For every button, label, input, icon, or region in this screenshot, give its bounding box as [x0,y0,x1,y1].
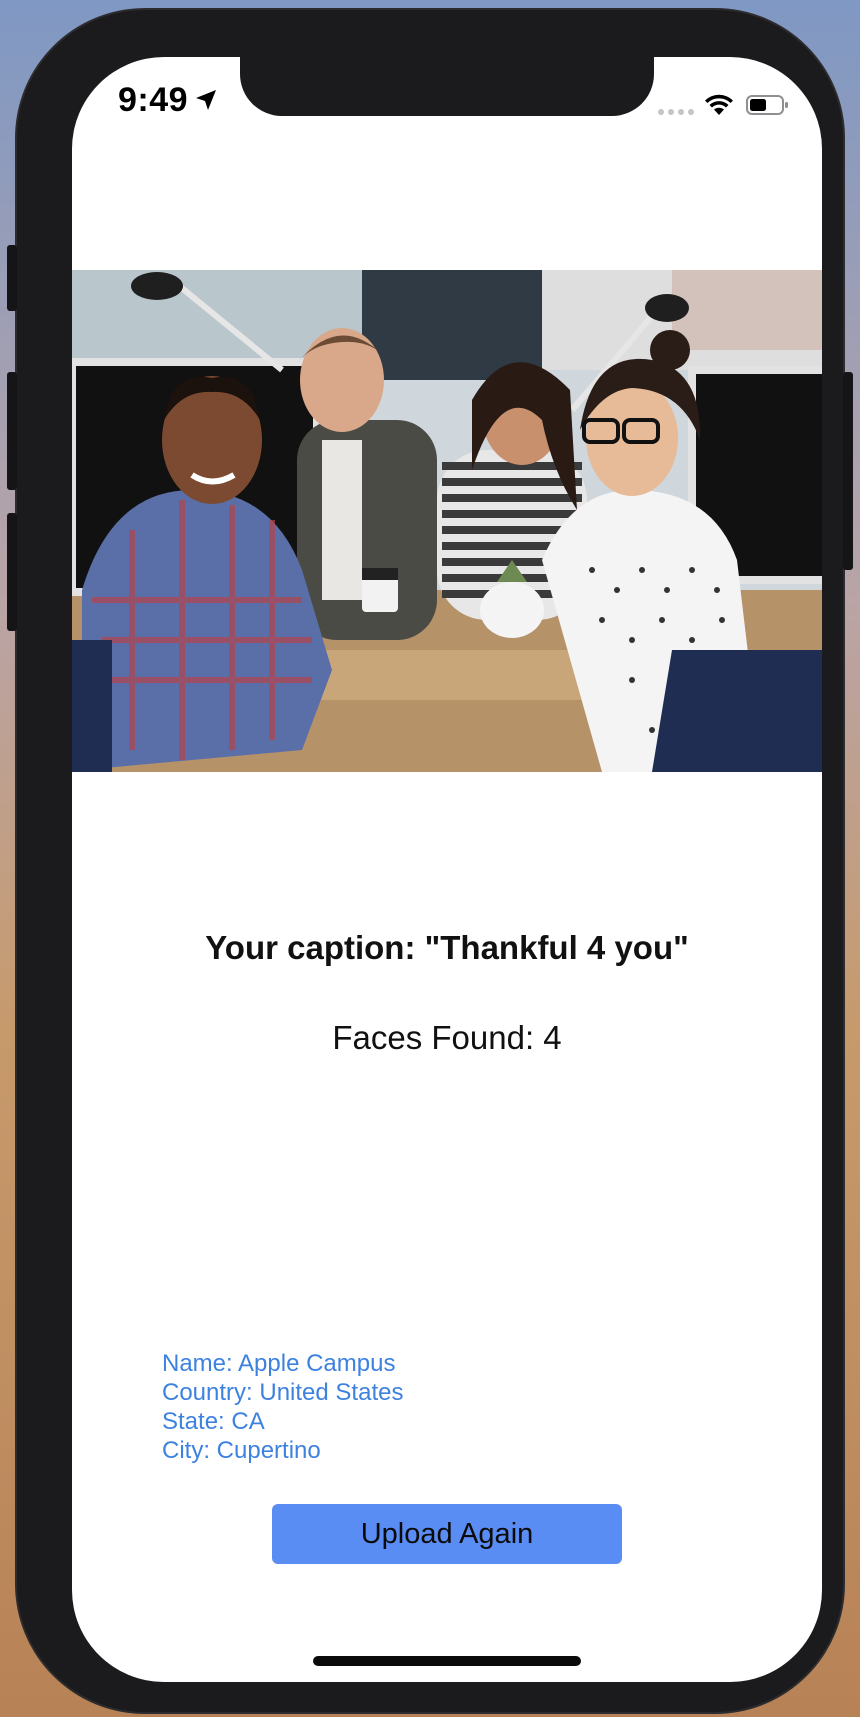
location-arrow-icon [196,90,216,110]
wifi-icon [705,94,733,115]
app-screen: 9:49 Your caption: "Thankful 4 you" Face… [72,57,822,1682]
volume-up-button [7,372,17,490]
upload-again-button[interactable]: Upload Again [272,1504,622,1564]
office-team-photo-illustration [72,270,822,772]
phone-frame: 9:49 Your caption: "Thankful 4 you" Face… [7,10,853,1712]
faces-found-text: Faces Found: 4 [332,1019,562,1056]
location-state: State: CA [162,1408,265,1435]
location-country: Country: United States [162,1379,404,1406]
status-time: 9:49 [118,81,189,119]
battery-icon [746,95,788,115]
mute-switch [7,245,17,311]
cellular-signal-icon [658,109,694,115]
location-city: City: Cupertino [162,1437,321,1464]
power-button [843,372,853,570]
location-info: Name: Apple Campus Country: United State… [162,1349,403,1465]
home-indicator[interactable] [313,1656,581,1666]
caption-text: Your caption: "Thankful 4 you" [205,929,689,966]
notch [240,57,654,116]
volume-down-button [7,513,17,631]
uploaded-photo [72,270,822,772]
location-name: Name: Apple Campus [162,1350,396,1377]
